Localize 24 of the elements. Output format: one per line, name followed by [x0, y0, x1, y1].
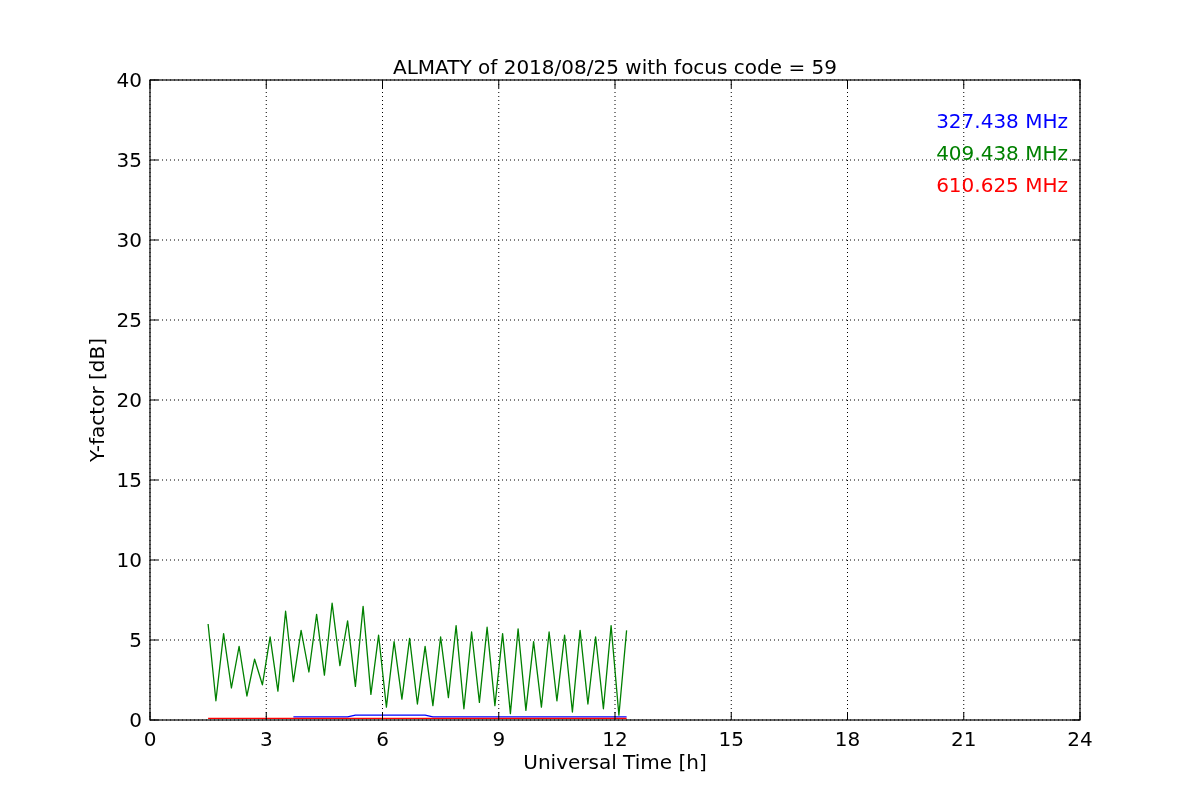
legend-label: 327.438 MHz [936, 109, 1068, 133]
tick-label: 10 [116, 548, 142, 572]
legend-label: 610.625 MHz [936, 173, 1068, 197]
x-axis-label: Universal Time [h] [523, 750, 707, 774]
tick-label: 3 [259, 727, 273, 751]
tick-label: 12 [602, 727, 628, 751]
tick-label: 40 [116, 68, 142, 92]
tick-label: 0 [129, 708, 142, 732]
tick-label: 30 [116, 228, 142, 252]
tick-label: 20 [116, 388, 142, 412]
tick-label: 9 [492, 727, 506, 751]
tick-label: 15 [116, 468, 142, 492]
tick-label: 24 [1067, 727, 1093, 751]
tick-label: 18 [834, 727, 861, 751]
tick-label: 25 [116, 308, 142, 332]
tick-label: 15 [718, 727, 744, 751]
tick-label: 21 [951, 727, 977, 751]
chart-title: ALMATY of 2018/08/25 with focus code = 59 [393, 55, 837, 79]
legend-label: 409.438 MHz [936, 141, 1068, 165]
tick-label: 0 [143, 727, 157, 751]
tick-label: 5 [129, 628, 142, 652]
tick-label: 35 [116, 148, 142, 172]
y-axis-label: Y-factor [dB] [85, 338, 109, 462]
tick-label: 6 [376, 727, 389, 751]
